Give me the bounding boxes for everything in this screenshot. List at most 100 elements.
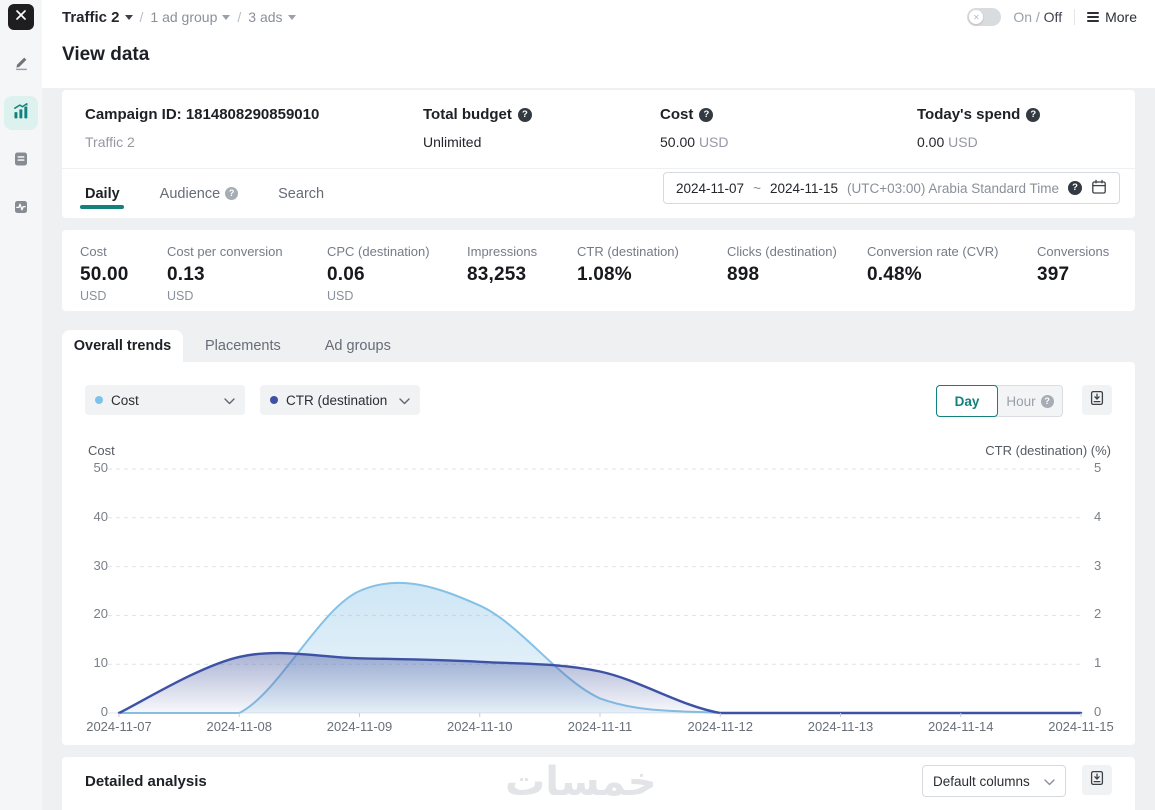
x-axis-label: 2024-11-15 (1048, 719, 1114, 734)
date-start: 2024-11-07 (676, 181, 744, 196)
series-color-dot (270, 396, 278, 404)
overview-stats-row: Campaign ID: 1814808290859010 Traffic 2 … (62, 90, 1135, 168)
tab-audience[interactable]: Audience? (160, 169, 238, 218)
y-axis-tick-left: 50 (68, 460, 108, 475)
question-mark-icon[interactable]: ? (699, 108, 713, 122)
metrics-row: Cost50.00USD Cost per conversion0.13USD … (62, 230, 1135, 303)
hamburger-icon (1087, 12, 1099, 22)
columns-select[interactable]: Default columns (922, 765, 1066, 797)
x-axis-label: 2024-11-10 (447, 719, 513, 734)
tab-search[interactable]: Search (278, 169, 324, 218)
page-title: View data (62, 44, 149, 66)
breadcrumb: Traffic 2 / 1 ad group / 3 ads (42, 9, 296, 26)
selector-label: CTR (destination (286, 393, 391, 408)
toggle-thumb-icon: ✕ (969, 10, 983, 24)
export-icon (1089, 770, 1105, 791)
y-axis-tick-left: 0 (68, 704, 108, 719)
total-budget-label: Total budget (423, 106, 512, 123)
close-button[interactable] (8, 4, 34, 30)
breadcrumb-ads-dropdown[interactable]: 3 ads (248, 9, 295, 25)
question-mark-icon: ? (225, 187, 238, 200)
date-end: 2024-11-15 (770, 181, 838, 196)
total-budget-value: Unlimited (423, 134, 481, 150)
date-separator: ~ (753, 181, 761, 196)
metric-impressions: Impressions83,253 (467, 244, 577, 303)
x-axis-label: 2024-11-13 (808, 719, 874, 734)
todays-spend-value: 0.00 (917, 134, 944, 150)
metric-selector-ctr[interactable]: CTR (destination (260, 385, 420, 415)
more-label: More (1105, 9, 1137, 25)
top-right-controls: ✕ On / Off More (967, 8, 1155, 26)
chevron-down-icon (399, 393, 410, 408)
trend-chart-svg (62, 437, 1135, 737)
metric-cpc-destination: CPC (destination)0.06USD (327, 244, 467, 303)
ads-label: 3 ads (248, 9, 282, 25)
metric-selector-cost[interactable]: Cost (85, 385, 245, 415)
onoff-label: On / Off (1013, 9, 1062, 25)
cost-label: Cost (660, 106, 693, 123)
campaign-name-sub: Traffic 2 (85, 134, 319, 150)
sidebar-item-analytics[interactable] (4, 96, 38, 130)
chevron-down-icon (125, 15, 133, 20)
metric-conversion-rate: Conversion rate (CVR)0.48% (867, 244, 1037, 303)
hour-button[interactable]: Hour? (998, 386, 1062, 416)
campaign-status-toggle[interactable]: ✕ (967, 8, 1001, 26)
document-icon (13, 151, 29, 172)
tab-daily[interactable]: Daily (85, 169, 120, 218)
y-axis-tick-left: 40 (68, 509, 108, 524)
export-chart-button[interactable] (1082, 385, 1112, 415)
activity-icon (13, 199, 29, 220)
tab-overall-trends[interactable]: Overall trends (62, 330, 183, 362)
cost-unit: USD (699, 134, 729, 150)
x-axis-label: 2024-11-09 (327, 719, 393, 734)
campaign-id-block: Campaign ID: 1814808290859010 Traffic 2 (85, 106, 319, 150)
y-axis-tick-left: 10 (68, 655, 108, 670)
x-axis-label: 2024-11-12 (687, 719, 753, 734)
breadcrumb-adgroup-dropdown[interactable]: 1 ad group (150, 9, 230, 25)
tab-placements[interactable]: Placements (183, 330, 303, 362)
metric-cost-per-conversion: Cost per conversion0.13USD (167, 244, 327, 303)
cost-value: 50.00 (660, 134, 695, 150)
cost-block: Cost? 50.00 USD (660, 106, 729, 150)
question-mark-icon: ? (1068, 181, 1082, 195)
trend-chart-card: Cost CTR (destination Day Hour? (62, 362, 1135, 745)
adgroup-label: 1 ad group (150, 9, 217, 25)
y-axis-tick-left: 30 (68, 558, 108, 573)
date-range-picker[interactable]: 2024-11-07 ~ 2024-11-15 (UTC+03:00) Arab… (663, 172, 1120, 204)
tab-ad-groups[interactable]: Ad groups (303, 330, 413, 362)
trend-tabs: Overall trends Placements Ad groups (62, 330, 413, 362)
metric-cost: Cost50.00USD (80, 244, 167, 303)
export-icon (1089, 390, 1105, 411)
chevron-down-icon (224, 393, 235, 408)
detailed-analysis-title: Detailed analysis (85, 773, 207, 790)
question-mark-icon: ? (1041, 395, 1054, 408)
timezone-label: (UTC+03:00) Arabia Standard Time (847, 181, 1059, 196)
breadcrumb-campaign-dropdown[interactable]: Traffic 2 (62, 9, 133, 26)
question-mark-icon[interactable]: ? (1026, 108, 1040, 122)
watermark: خمسات (505, 759, 657, 805)
view-data-page: Traffic 2 / 1 ad group / 3 ads ✕ On / Of… (0, 0, 1155, 810)
sidebar-item-edit[interactable] (4, 48, 38, 82)
todays-spend-label: Today's spend (917, 106, 1020, 123)
x-axis-label: 2024-11-11 (568, 719, 633, 734)
campaign-id: Campaign ID: 1814808290859010 (85, 106, 319, 123)
CTR (destination)-area (119, 653, 1081, 713)
granularity-toggle: Day Hour? (936, 385, 1063, 417)
edit-pencil-icon (13, 54, 30, 76)
day-button[interactable]: Day (936, 385, 998, 417)
calendar-icon (1091, 179, 1107, 198)
todays-spend-block: Today's spend? 0.00 USD (917, 106, 1040, 150)
y-axis-tick-right: 4 (1094, 509, 1134, 524)
sidebar-item-activity[interactable] (4, 192, 38, 226)
sidebar-item-document[interactable] (4, 144, 38, 178)
metric-ctr-destination: CTR (destination)1.08% (577, 244, 727, 303)
columns-select-value: Default columns (933, 774, 1044, 789)
more-button[interactable]: More (1087, 9, 1137, 25)
metrics-summary-card: Cost50.00USD Cost per conversion0.13USD … (62, 230, 1135, 311)
question-mark-icon[interactable]: ? (518, 108, 532, 122)
campaign-overview-card: Campaign ID: 1814808290859010 Traffic 2 … (62, 90, 1135, 218)
detailed-analysis-card: Detailed analysis خمسات Default columns (62, 757, 1135, 810)
export-table-button[interactable] (1082, 765, 1112, 795)
y-axis-tick-right: 2 (1094, 606, 1134, 621)
y-axis-tick-right: 0 (1094, 704, 1134, 719)
